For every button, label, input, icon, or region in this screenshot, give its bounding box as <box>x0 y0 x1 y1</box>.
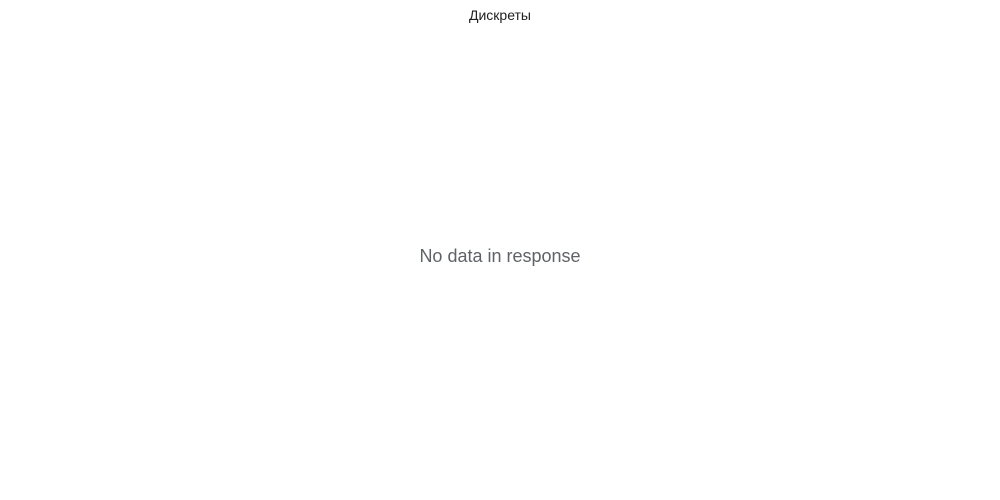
no-data-message: No data in response <box>419 246 581 266</box>
chart-title: Дискреты <box>468 7 531 23</box>
